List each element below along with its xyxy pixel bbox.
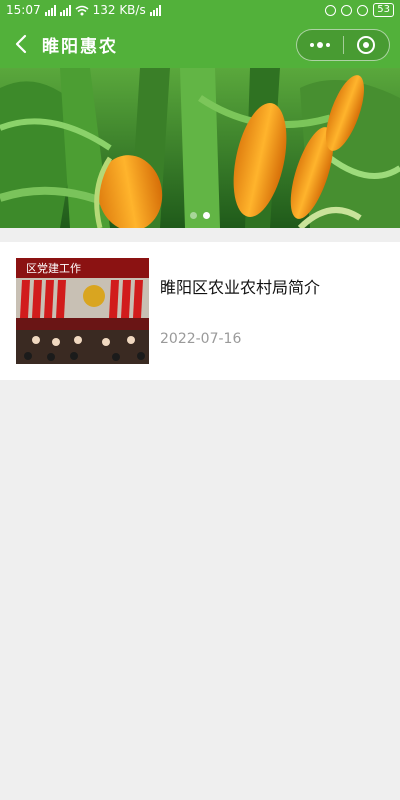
corn-field-image — [0, 68, 400, 228]
status-bar: 15:07 132 KB/s 53 — [0, 0, 400, 20]
thumbnail-caption: 区党建工作 — [26, 261, 81, 275]
target-circle-icon — [357, 36, 376, 54]
battery-icon: 53 — [373, 3, 394, 17]
wifi-icon — [75, 5, 89, 15]
more-dots-icon — [309, 43, 314, 47]
status-time: 15:07 — [6, 3, 41, 17]
article-title: 睢阳区农业农村局简介 — [160, 278, 321, 297]
article-list: 区党建工作 睢阳区农业农村局简介 — [0, 242, 400, 380]
back-button[interactable] — [0, 20, 42, 68]
article-thumbnail: 区党建工作 — [16, 258, 149, 364]
more-button[interactable] — [297, 30, 343, 60]
alarm-icon — [357, 4, 369, 16]
list-item[interactable]: 区党建工作 睢阳区农业农村局简介 — [0, 242, 400, 380]
menu-capsule — [296, 29, 390, 61]
carousel-dot[interactable] — [190, 212, 197, 219]
carousel-dot-active[interactable] — [203, 212, 210, 219]
lock-icon — [341, 4, 353, 16]
signal-icon — [149, 4, 161, 16]
mute-icon — [325, 4, 337, 16]
carousel-indicators — [0, 212, 400, 219]
signal-icon — [59, 4, 71, 16]
signal-icon — [44, 4, 56, 16]
chevron-left-icon — [15, 34, 27, 54]
network-speed: 132 KB/s — [92, 3, 146, 17]
banner-carousel[interactable] — [0, 68, 400, 228]
close-button[interactable] — [344, 30, 390, 60]
article-date: 2022-07-16 — [160, 331, 242, 347]
page-title: 睢阳惠农 — [42, 36, 118, 57]
nav-bar: 睢阳惠农 — [0, 20, 400, 68]
